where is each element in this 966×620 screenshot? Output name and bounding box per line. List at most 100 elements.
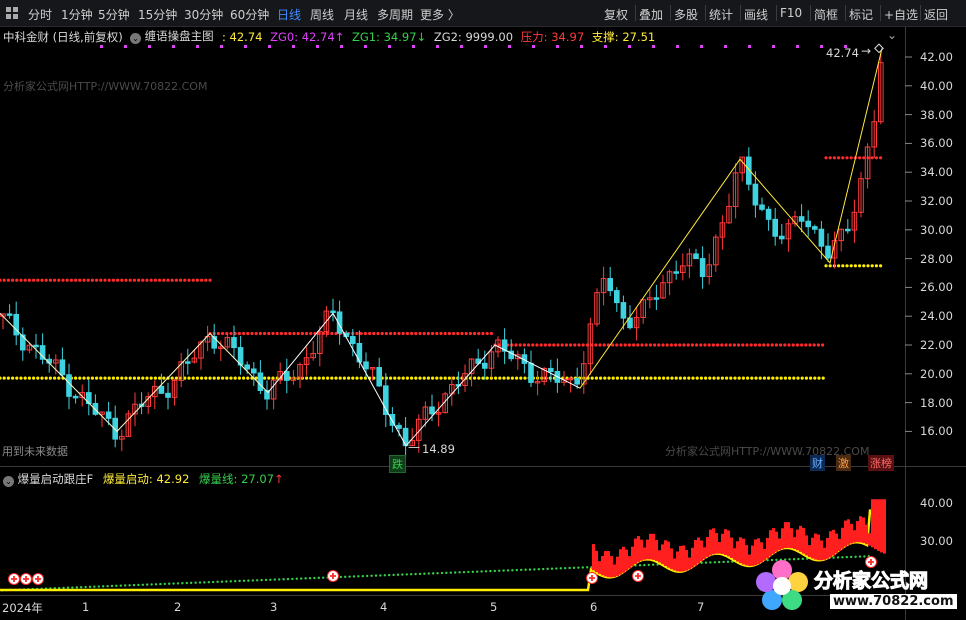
support-dot [111,376,115,380]
candle-body [185,361,191,364]
support-dot [615,376,620,380]
support-dot [44,376,48,380]
burst-line-dot [154,583,158,586]
pressure-dot [317,331,321,336]
support-dot [338,376,342,380]
pressure-dot [263,331,267,336]
support-dot [397,376,401,380]
pressure-dot [522,343,527,347]
volume-bar [877,499,880,551]
support-dot [733,376,737,380]
pressure-dot [6,278,10,282]
pressure-dot [74,278,78,282]
support-dot [334,376,338,380]
burst-line-dot [515,568,518,572]
candle-body [165,392,171,398]
volume-bar [727,530,730,557]
support-dot [544,376,548,380]
burst-line-dot [374,574,378,577]
pressure-dot [804,343,808,347]
pressure-dot [271,331,275,336]
support-dot [813,376,817,380]
pressure-dot [728,343,732,347]
pressure-dot [716,343,720,347]
volume-bar [637,536,640,563]
price-tick-label: 42.00 [920,50,953,64]
limit-up-badge[interactable]: 涨榜 [868,455,894,471]
burst-line-dot [304,577,307,580]
support-dot [242,376,246,380]
burst-line-dot [308,577,312,580]
pressure-dot [657,343,661,347]
support-dot [359,376,363,380]
pressure-dot [372,331,376,336]
pressure-dot [720,343,724,347]
support-dot [809,376,813,380]
burst-line-dot [401,573,404,576]
pressure-dot [431,331,435,336]
zg0-marker [604,45,607,48]
candle-body [805,220,812,228]
price-tick-label: 16.00 [920,424,953,439]
volume-bar [607,550,610,578]
burst-line-dot [449,571,452,574]
burst-line-dot [88,585,92,589]
pressure-dot [531,343,535,347]
support-dot [792,376,796,380]
volume-bar [733,548,736,560]
candle-body [752,183,759,206]
volume-bar [730,537,733,558]
burst-line-dot [106,584,109,588]
support-dot [351,376,355,380]
burst-line-dot [62,586,65,590]
burst-line-dot [278,578,281,581]
hot-badge[interactable]: 激 [836,455,851,471]
pressure-dot [82,278,86,282]
support-dot [762,376,767,380]
pressure-dot [414,331,418,336]
burst-line-dot [322,576,325,579]
volume-bar [616,556,619,577]
volume-bar [865,524,868,545]
burst-line-dot [396,573,400,576]
burst-line-dot [124,584,127,587]
pressure-dot [2,278,6,282]
pressure-dot [254,331,258,336]
support-dot [191,376,195,380]
volume-bar [661,544,664,565]
support-dot [662,376,666,380]
pressure-dot [800,343,804,347]
finance-badge[interactable]: 财 [810,455,825,471]
candle-body [673,271,680,274]
burst-line-dot [66,586,70,589]
support-dot [162,376,166,380]
pressure-dot [594,343,598,347]
volume-bar [610,556,613,578]
flower-logo-icon [756,560,808,610]
pressure-dot [23,278,27,282]
burst-line-dot [172,582,175,585]
volume-bar [709,529,712,556]
support-dot [687,376,691,380]
support-dot [74,376,78,380]
zg0-marker [196,45,199,48]
pressure-dot [661,343,665,347]
price-tick-label: 34.00 [920,165,953,180]
support-dot [158,376,162,380]
zg0-marker [460,45,463,48]
volume-bar [796,529,799,551]
pressure-dot [48,278,53,282]
pressure-dot [669,343,674,347]
volume-bar [640,539,643,561]
burst-line-dot [238,579,241,583]
burst-line-dot [181,582,184,585]
pressure-dot [435,331,439,336]
pressure-dot [535,343,539,347]
burst-line-dot [264,578,268,582]
price-chart[interactable] [0,0,966,620]
burst-line-dot [282,578,285,581]
support-dot [628,376,632,380]
fall-badge[interactable]: 跌 [389,455,406,473]
price-tick-label: 30.00 [920,222,953,237]
pressure-dot [707,343,711,347]
